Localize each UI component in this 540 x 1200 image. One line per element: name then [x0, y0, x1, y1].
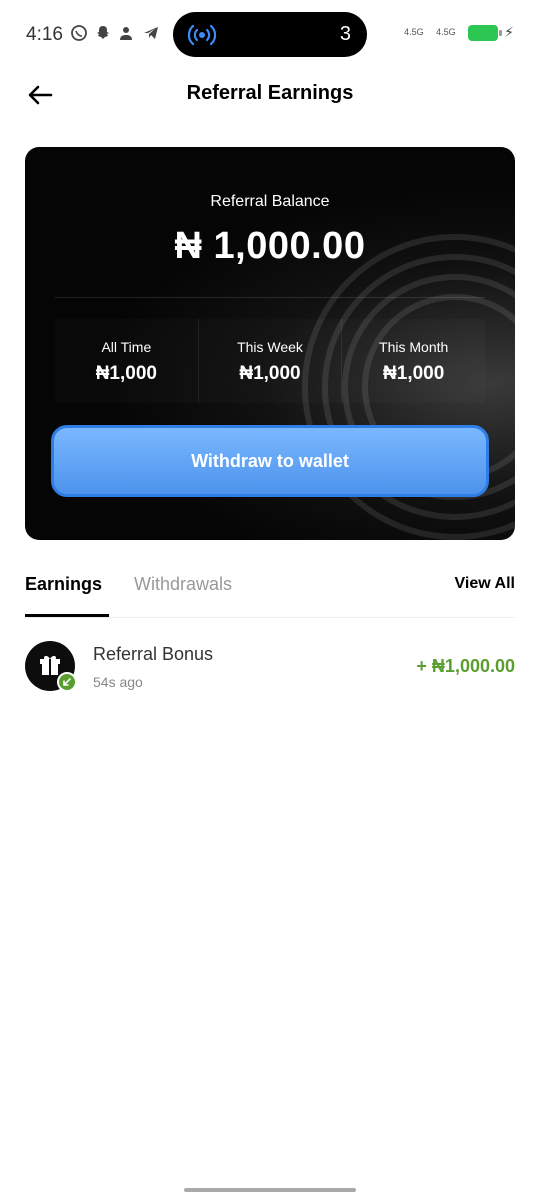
stats-row: All Time ₦1,000 This Week ₦1,000 This Mo… [55, 319, 485, 403]
signal-icon: 4.5G [404, 27, 424, 37]
telegram-icon [142, 24, 160, 42]
list-item[interactable]: Referral Bonus 54s ago + ₦1,000.00 [25, 640, 515, 696]
arrow-down-left-icon [63, 678, 71, 686]
status-time: 4:16 [26, 24, 63, 45]
tab-withdrawals[interactable]: Withdrawals [134, 574, 232, 595]
signal-icon: 4.5G [436, 27, 456, 37]
status-bar: 4:16 3 4.5G 4.5G ⚡ [0, 0, 540, 70]
tab-bar: Earnings Withdrawals View All [25, 568, 515, 618]
stat-value: ₦1,000 [239, 363, 301, 384]
whatsapp-icon [70, 24, 88, 42]
dynamic-island: 3 [173, 12, 367, 57]
stat-label: All Time [101, 339, 152, 355]
tab-earnings[interactable]: Earnings [25, 574, 102, 595]
withdraw-button[interactable]: Withdraw to wallet [51, 425, 489, 497]
received-badge [57, 672, 77, 692]
stat-all-time: All Time ₦1,000 [55, 319, 199, 403]
broadcast-icon [187, 24, 217, 46]
battery-icon [468, 24, 503, 41]
stat-label: This Week [237, 339, 303, 355]
status-indicators: 4.5G 4.5G ⚡ [404, 24, 514, 41]
snapchat-icon [94, 24, 112, 42]
balance-card: Referral Balance ₦ 1,000.00 All Time ₦1,… [25, 147, 515, 540]
stat-this-week: This Week ₦1,000 [199, 319, 343, 403]
home-indicator[interactable] [184, 1188, 356, 1192]
transaction-amount: + ₦1,000.00 [416, 656, 515, 676]
transaction-time: 54s ago [93, 674, 143, 690]
charging-icon: ⚡ [504, 24, 514, 40]
stat-value: ₦1,000 [95, 363, 157, 384]
status-app-icons [70, 24, 160, 42]
stat-this-month: This Month ₦1,000 [342, 319, 485, 403]
balance-amount: ₦ 1,000.00 [174, 225, 366, 267]
stat-value: ₦1,000 [383, 363, 445, 384]
active-tab-indicator [25, 614, 109, 617]
contacts-icon [118, 24, 136, 42]
transaction-title: Referral Bonus [93, 644, 214, 664]
view-all-link[interactable]: View All [455, 575, 515, 593]
stat-label: This Month [379, 339, 449, 355]
app-header: Referral Earnings [0, 70, 540, 120]
page-title: Referral Earnings [186, 82, 354, 104]
island-count: 3 [339, 23, 351, 45]
card-divider [55, 297, 485, 298]
balance-label: Referral Balance [210, 193, 330, 210]
